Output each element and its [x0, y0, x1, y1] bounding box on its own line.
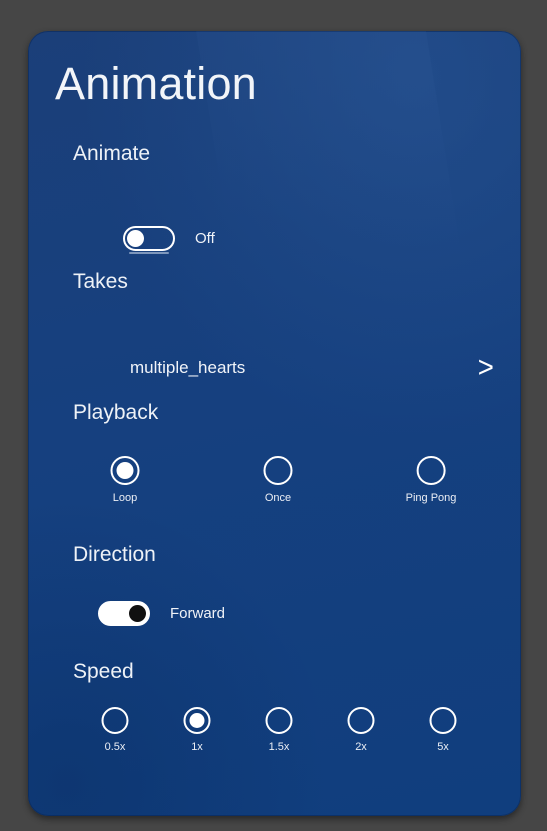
section-label-animate: Animate [73, 142, 151, 165]
speed-option-0-5x[interactable]: 0.5x [101, 707, 129, 754]
speed-option-1x[interactable]: 1x [183, 707, 211, 754]
radio-speed-1-5x[interactable] [265, 707, 293, 734]
takes-value: multiple_hearts [130, 358, 246, 377]
section-label-direction: Direction [73, 543, 156, 566]
playback-radio-group: Loop Once Ping Pong [28, 456, 521, 526]
speed-option-label: 1x [191, 741, 203, 753]
direction-toggle-knob [129, 605, 146, 622]
animate-toggle-switch[interactable] [123, 226, 175, 254]
animate-toggle-label: Off [195, 229, 215, 247]
speed-option-label: 2x [355, 741, 367, 753]
speed-option-2x[interactable]: 2x [347, 707, 375, 754]
chevron-right-icon[interactable]: > [478, 353, 494, 383]
animate-toggle-knob [127, 230, 144, 247]
section-label-takes: Takes [73, 270, 128, 293]
radio-ping-pong[interactable] [416, 456, 446, 485]
speed-option-5x[interactable]: 5x [429, 707, 457, 754]
screen: Animation Animate Off Takes multiple_hea… [0, 0, 547, 831]
animate-toggle-row[interactable]: Off [123, 226, 215, 254]
playback-option-label: Loop [112, 492, 138, 504]
takes-row[interactable]: multiple_hearts > [73, 349, 499, 387]
direction-toggle-row[interactable]: Forward [98, 601, 225, 626]
playback-option-ping-pong[interactable]: Ping Pong [405, 456, 457, 505]
radio-speed-0-5x[interactable] [101, 707, 129, 734]
radio-dot [116, 462, 134, 479]
radio-speed-2x[interactable] [347, 707, 375, 734]
direction-toggle-label: Forward [170, 604, 226, 622]
radio-speed-5x[interactable] [429, 707, 457, 734]
radio-loop[interactable] [110, 456, 140, 485]
speed-radio-group: 0.5x 1x 1.5x 2x 5x [28, 707, 521, 777]
radio-once[interactable] [263, 456, 293, 485]
radio-speed-1x[interactable] [183, 707, 211, 734]
speed-option-label: 1.5x [268, 741, 290, 753]
direction-toggle-switch[interactable] [98, 601, 150, 626]
section-label-playback: Playback [73, 401, 159, 424]
playback-option-once[interactable]: Once [263, 456, 293, 505]
page-title: Animation [55, 58, 257, 109]
panel-content: Animation Animate Off Takes multiple_hea… [28, 31, 521, 816]
playback-option-label: Once [264, 492, 292, 504]
radio-dot [189, 713, 205, 728]
playback-option-loop[interactable]: Loop [110, 456, 140, 505]
speed-option-label: 5x [437, 741, 449, 753]
speed-option-1-5x[interactable]: 1.5x [265, 707, 293, 754]
speed-option-label: 0.5x [104, 741, 126, 753]
section-label-speed: Speed [73, 660, 134, 683]
animation-settings-panel: Animation Animate Off Takes multiple_hea… [28, 31, 521, 816]
playback-option-label: Ping Pong [405, 492, 457, 504]
